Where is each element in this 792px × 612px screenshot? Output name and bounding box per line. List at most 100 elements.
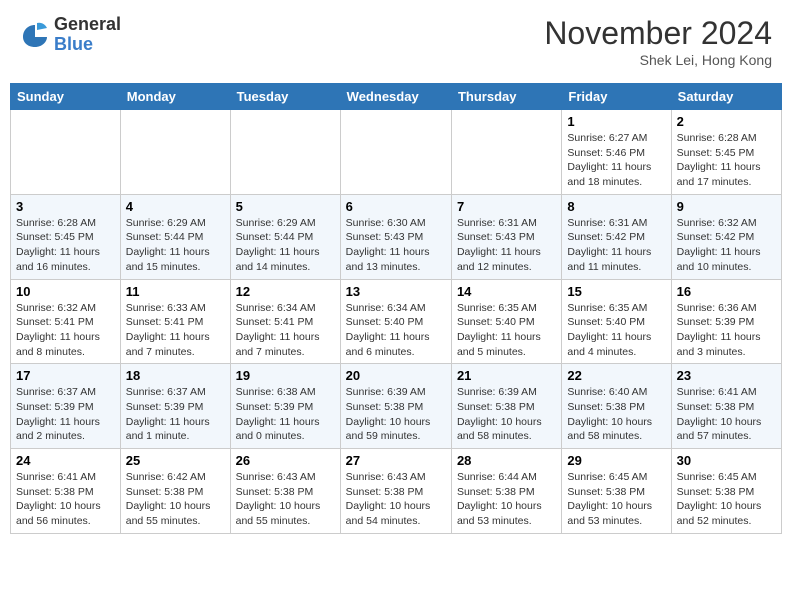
- day-info: Sunrise: 6:30 AM Sunset: 5:43 PM Dayligh…: [346, 216, 446, 275]
- calendar-cell: 10Sunrise: 6:32 AM Sunset: 5:41 PM Dayli…: [11, 279, 121, 364]
- day-info: Sunrise: 6:39 AM Sunset: 5:38 PM Dayligh…: [457, 385, 556, 444]
- day-info: Sunrise: 6:43 AM Sunset: 5:38 PM Dayligh…: [236, 470, 335, 529]
- calendar-cell: 23 Sunrise: 6:41 AM Sunset: 5:38 PM Dayli…: [671, 364, 781, 449]
- day-number: 26: [236, 453, 335, 468]
- calendar-cell: [340, 110, 451, 195]
- calendar-cell: 15 Sunrise: 6:35 AM Sunset: 5:40 PM Dayli…: [562, 279, 671, 364]
- calendar-cell: 5 Sunrise: 6:29 AM Sunset: 5:44 PM Daylig…: [230, 194, 340, 279]
- day-info: Sunrise: 6:41 AM Sunset: 5:38 PM Dayligh…: [16, 470, 115, 529]
- day-info: Sunrise: 6:44 AM Sunset: 5:38 PM Dayligh…: [457, 470, 556, 529]
- day-number: 18: [126, 368, 225, 383]
- weekday-header-tuesday: Tuesday: [230, 84, 340, 110]
- day-info: Sunrise: 6:29 AM Sunset: 5:44 PM Dayligh…: [236, 216, 335, 275]
- day-number: 22: [567, 368, 665, 383]
- day-number: 12: [236, 284, 335, 299]
- logo: General Blue: [20, 15, 121, 55]
- day-number: 8: [567, 199, 665, 214]
- calendar-cell: 8 Sunrise: 6:31 AM Sunset: 5:42 PM Daylig…: [562, 194, 671, 279]
- weekday-header-row: SundayMondayTuesdayWednesdayThursdayFrid…: [11, 84, 782, 110]
- day-number: 5: [236, 199, 335, 214]
- day-info: Sunrise: 6:31 AM Sunset: 5:42 PM Dayligh…: [567, 216, 665, 275]
- calendar-cell: 21 Sunrise: 6:39 AM Sunset: 5:38 PM Dayli…: [451, 364, 561, 449]
- calendar-cell: 9 Sunrise: 6:32 AM Sunset: 5:42 PM Daylig…: [671, 194, 781, 279]
- calendar-cell: 29 Sunrise: 6:45 AM Sunset: 5:38 PM Dayli…: [562, 449, 671, 534]
- day-info: Sunrise: 6:29 AM Sunset: 5:44 PM Dayligh…: [126, 216, 225, 275]
- day-number: 23: [677, 368, 776, 383]
- day-info: Sunrise: 6:40 AM Sunset: 5:38 PM Dayligh…: [567, 385, 665, 444]
- day-info: Sunrise: 6:45 AM Sunset: 5:38 PM Dayligh…: [677, 470, 776, 529]
- day-number: 17: [16, 368, 115, 383]
- day-number: 27: [346, 453, 446, 468]
- calendar-cell: 26 Sunrise: 6:43 AM Sunset: 5:38 PM Dayli…: [230, 449, 340, 534]
- calendar-cell: [11, 110, 121, 195]
- day-number: 7: [457, 199, 556, 214]
- calendar-cell: [451, 110, 561, 195]
- day-info: Sunrise: 6:34 AM Sunset: 5:40 PM Dayligh…: [346, 301, 446, 360]
- day-number: 13: [346, 284, 446, 299]
- location-text: Shek Lei, Hong Kong: [544, 52, 772, 68]
- title-section: November 2024 Shek Lei, Hong Kong: [544, 15, 772, 68]
- weekday-header-sunday: Sunday: [11, 84, 121, 110]
- weekday-header-saturday: Saturday: [671, 84, 781, 110]
- day-number: 4: [126, 199, 225, 214]
- month-title: November 2024: [544, 15, 772, 52]
- calendar-week-row: 10Sunrise: 6:32 AM Sunset: 5:41 PM Dayli…: [11, 279, 782, 364]
- calendar-cell: 27Sunrise: 6:43 AM Sunset: 5:38 PM Dayli…: [340, 449, 451, 534]
- calendar-cell: 17Sunrise: 6:37 AM Sunset: 5:39 PM Dayli…: [11, 364, 121, 449]
- calendar-cell: 24 Sunrise: 6:41 AM Sunset: 5:38 PM Dayli…: [11, 449, 121, 534]
- calendar-cell: 28Sunrise: 6:44 AM Sunset: 5:38 PM Dayli…: [451, 449, 561, 534]
- calendar-week-row: 3Sunrise: 6:28 AM Sunset: 5:45 PM Daylig…: [11, 194, 782, 279]
- calendar-cell: 1 Sunrise: 6:27 AM Sunset: 5:46 PM Daylig…: [562, 110, 671, 195]
- day-number: 9: [677, 199, 776, 214]
- logo-icon: [20, 20, 50, 50]
- day-info: Sunrise: 6:37 AM Sunset: 5:39 PM Dayligh…: [126, 385, 225, 444]
- day-info: Sunrise: 6:36 AM Sunset: 5:39 PM Dayligh…: [677, 301, 776, 360]
- calendar-cell: 20Sunrise: 6:39 AM Sunset: 5:38 PM Dayli…: [340, 364, 451, 449]
- calendar-cell: 18 Sunrise: 6:37 AM Sunset: 5:39 PM Dayli…: [120, 364, 230, 449]
- weekday-header-monday: Monday: [120, 84, 230, 110]
- calendar-cell: 19 Sunrise: 6:38 AM Sunset: 5:39 PM Dayli…: [230, 364, 340, 449]
- day-info: Sunrise: 6:38 AM Sunset: 5:39 PM Dayligh…: [236, 385, 335, 444]
- day-info: Sunrise: 6:28 AM Sunset: 5:45 PM Dayligh…: [677, 131, 776, 190]
- calendar-cell: 14Sunrise: 6:35 AM Sunset: 5:40 PM Dayli…: [451, 279, 561, 364]
- day-info: Sunrise: 6:27 AM Sunset: 5:46 PM Dayligh…: [567, 131, 665, 190]
- calendar-cell: 30Sunrise: 6:45 AM Sunset: 5:38 PM Dayli…: [671, 449, 781, 534]
- calendar-week-row: 24 Sunrise: 6:41 AM Sunset: 5:38 PM Dayli…: [11, 449, 782, 534]
- calendar-cell: 7 Sunrise: 6:31 AM Sunset: 5:43 PM Daylig…: [451, 194, 561, 279]
- day-number: 25: [126, 453, 225, 468]
- day-info: Sunrise: 6:45 AM Sunset: 5:38 PM Dayligh…: [567, 470, 665, 529]
- calendar-cell: 6 Sunrise: 6:30 AM Sunset: 5:43 PM Daylig…: [340, 194, 451, 279]
- day-number: 15: [567, 284, 665, 299]
- day-info: Sunrise: 6:31 AM Sunset: 5:43 PM Dayligh…: [457, 216, 556, 275]
- day-number: 11: [126, 284, 225, 299]
- logo-general-text: General: [54, 15, 121, 35]
- day-number: 14: [457, 284, 556, 299]
- day-number: 1: [567, 114, 665, 129]
- calendar-cell: [230, 110, 340, 195]
- day-number: 10: [16, 284, 115, 299]
- calendar-cell: 16 Sunrise: 6:36 AM Sunset: 5:39 PM Dayli…: [671, 279, 781, 364]
- day-number: 16: [677, 284, 776, 299]
- logo-blue-text: Blue: [54, 35, 121, 55]
- calendar-cell: 25 Sunrise: 6:42 AM Sunset: 5:38 PM Dayli…: [120, 449, 230, 534]
- day-number: 19: [236, 368, 335, 383]
- calendar-week-row: 17 Sunrise: 6:37 AM Sunset: 5:39 PM Dayli…: [11, 364, 782, 449]
- calendar-cell: 4 Sunrise: 6:29 AM Sunset: 5:44 PM Daylig…: [120, 194, 230, 279]
- calendar-table: SundayMondayTuesdayWednesdayThursdayFrid…: [10, 83, 782, 534]
- page-header: General Blue November 2024 Shek Lei, Hon…: [10, 10, 782, 73]
- day-info: Sunrise: 6:32 AM Sunset: 5:42 PM Dayligh…: [677, 216, 776, 275]
- calendar-cell: [120, 110, 230, 195]
- day-info: Sunrise: 6:41 AM Sunset: 5:38 PM Dayligh…: [677, 385, 776, 444]
- calendar-week-row: 1 Sunrise: 6:27 AM Sunset: 5:46 PM Daylig…: [11, 110, 782, 195]
- day-info: Sunrise: 6:42 AM Sunset: 5:38 PM Dayligh…: [126, 470, 225, 529]
- day-number: 6: [346, 199, 446, 214]
- day-number: 29: [567, 453, 665, 468]
- day-number: 2: [677, 114, 776, 129]
- calendar-cell: 22 Sunrise: 6:40 AM Sunset: 5:38 PM Dayli…: [562, 364, 671, 449]
- day-info: Sunrise: 6:35 AM Sunset: 5:40 PM Dayligh…: [567, 301, 665, 360]
- day-number: 21: [457, 368, 556, 383]
- calendar-cell: 12Sunrise: 6:34 AM Sunset: 5:41 PM Dayli…: [230, 279, 340, 364]
- day-number: 24: [16, 453, 115, 468]
- weekday-header-wednesday: Wednesday: [340, 84, 451, 110]
- logo-text: General Blue: [54, 15, 121, 55]
